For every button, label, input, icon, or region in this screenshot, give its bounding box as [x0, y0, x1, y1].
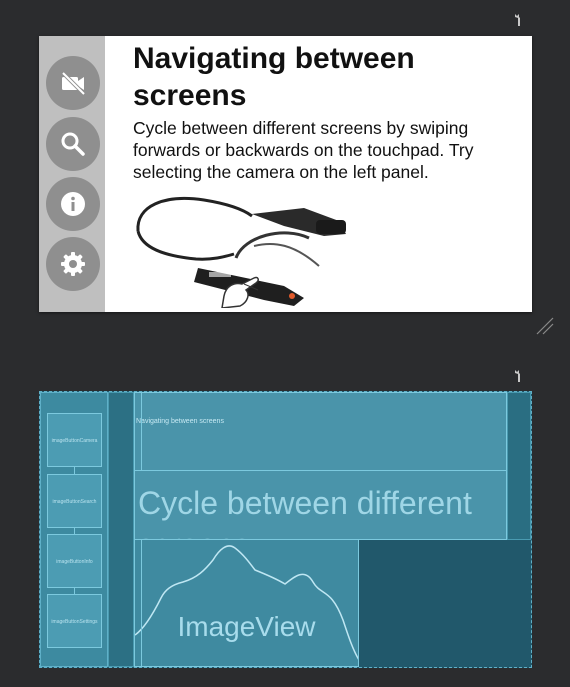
blueprint-button-label: imageButtonInfo — [56, 559, 93, 565]
constraint-line — [141, 392, 142, 471]
resize-handle-icon[interactable] — [535, 316, 555, 336]
blueprint-info-button[interactable]: imageButtonInfo — [47, 534, 102, 588]
constraint-line — [74, 467, 75, 474]
blueprint-title-label: Navigating between screens — [136, 418, 224, 425]
constraint-line — [141, 540, 142, 667]
blueprint-button-label: imageButtonSettings — [51, 619, 98, 625]
blueprint-preview[interactable]: imageButtonCamera imageButtonSearch imag… — [39, 391, 532, 668]
info-icon — [61, 192, 85, 216]
blueprint-body-label: Cycle between different screens — [138, 485, 472, 539]
blueprint-image-view[interactable]: ImageView — [134, 539, 359, 667]
blueprint-panel-margin — [108, 392, 134, 667]
search-button[interactable] — [46, 117, 100, 171]
blueprint-body-view[interactable]: Cycle between different screens — [134, 470, 507, 540]
mountain-placeholder-icon — [135, 545, 358, 660]
wrench-icon[interactable] — [514, 13, 524, 27]
wrench-icon[interactable] — [514, 369, 524, 383]
blueprint-right-margin — [507, 392, 531, 540]
blueprint-title-view[interactable]: Navigating between screens — [134, 392, 507, 471]
blueprint-camera-button[interactable]: imageButtonCamera — [47, 413, 102, 467]
search-icon — [61, 132, 85, 156]
blueprint-search-button[interactable]: imageButtonSearch — [47, 474, 102, 528]
smart-glasses-image — [136, 197, 346, 308]
videocam-off-icon — [61, 71, 86, 96]
description-text: Cycle between different screens by swipi… — [133, 118, 474, 182]
side-panel — [39, 36, 105, 312]
settings-button[interactable] — [46, 237, 100, 291]
info-button[interactable] — [46, 177, 100, 231]
camera-button[interactable] — [46, 56, 100, 110]
blueprint-image-label: ImageView — [177, 611, 316, 642]
page-title: Navigating between screens — [133, 42, 415, 112]
blueprint-side-panel[interactable]: imageButtonCamera imageButtonSearch imag… — [40, 392, 108, 667]
design-preview[interactable]: Navigating between screens Cycle between… — [39, 36, 532, 312]
settings-icon — [61, 252, 85, 276]
blueprint-settings-button[interactable]: imageButtonSettings — [47, 594, 102, 648]
blueprint-button-label: imageButtonSearch — [52, 499, 97, 505]
blueprint-button-label: imageButtonCamera — [51, 438, 98, 444]
